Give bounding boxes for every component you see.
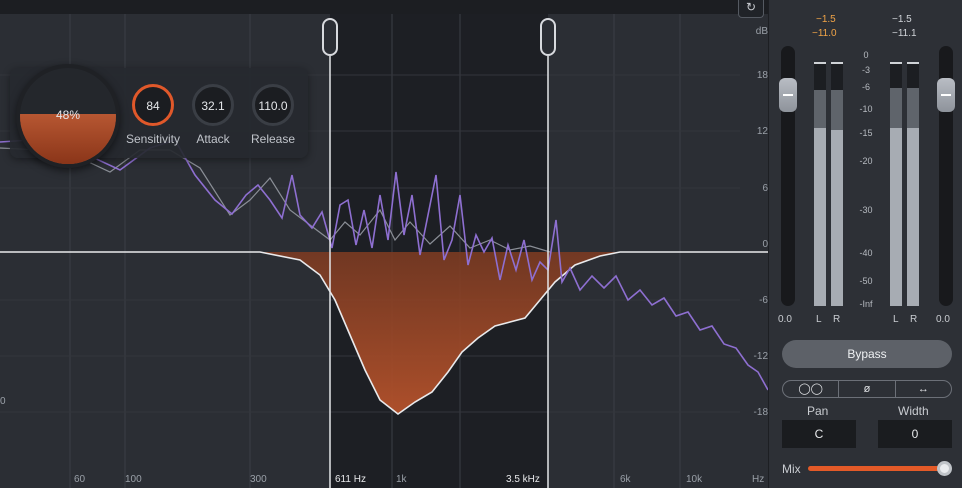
band-high-handle[interactable] <box>540 18 556 56</box>
output-meter-r <box>907 62 919 306</box>
db-label: dB <box>755 26 768 37</box>
release-label: Release <box>250 132 296 146</box>
freq-label: 6k <box>620 474 631 485</box>
output-ch-l: L <box>893 314 899 325</box>
band-high-freq: 3.5 kHz <box>506 474 540 485</box>
db-label: 0 <box>762 239 768 250</box>
input-ch-l: L <box>816 314 822 325</box>
meter-scale-label: -Inf <box>859 299 873 309</box>
output-ch-r: R <box>910 314 918 325</box>
release-knob[interactable]: 110.0 <box>252 84 294 126</box>
pan-label: Pan <box>807 404 829 418</box>
meter-scale-label: 0 <box>863 50 869 60</box>
input-gain-handle[interactable] <box>779 78 797 112</box>
db-label: -12 <box>753 351 768 362</box>
freq-label: 300 <box>250 474 267 485</box>
bypass-button[interactable]: Bypass <box>782 340 952 368</box>
input-peak-l: −1.5 <box>816 14 836 25</box>
left-edge-label: 0 <box>0 396 6 407</box>
stereo-options: ◯◯ ø ↔ <box>782 380 952 398</box>
meter-scale-label: -30 <box>859 205 873 215</box>
input-peak-r: −11.0 <box>812 28 837 39</box>
input-meter-r <box>831 62 843 306</box>
meter-scale-label: -20 <box>859 156 873 166</box>
input-gain-value: 0.0 <box>778 314 792 325</box>
width-field[interactable]: 0 <box>878 420 952 448</box>
db-label: 12 <box>756 126 768 137</box>
mix-label: Mix <box>782 462 801 476</box>
freq-label: 1k <box>396 474 407 485</box>
band-low-handle[interactable] <box>322 18 338 56</box>
freq-label: 60 <box>74 474 86 485</box>
output-peak-r: −11.1 <box>892 28 917 39</box>
meter-scale-label: -10 <box>859 104 873 114</box>
input-meter-l <box>814 62 826 306</box>
freq-label: Hz <box>752 474 765 485</box>
output-peak-l: −1.5 <box>892 14 912 25</box>
freq-label: 100 <box>125 474 142 485</box>
amount-knob[interactable]: 48% <box>16 64 120 168</box>
sensitivity-knob[interactable]: 84 <box>132 84 174 126</box>
input-ch-r: R <box>833 314 841 325</box>
db-label: -18 <box>753 407 768 418</box>
meter-scale-label: -15 <box>859 128 873 138</box>
loop-icon[interactable]: ↻ <box>738 0 764 18</box>
mix-slider[interactable] <box>808 466 946 471</box>
db-label: -6 <box>759 295 768 306</box>
db-label: 18 <box>756 70 768 81</box>
meter-scale-label: -40 <box>859 248 873 258</box>
release-value: 110.0 <box>258 99 288 113</box>
output-meter-l <box>890 62 902 306</box>
spectrum-analyzer[interactable]: ↻ dB 18 12 6 0 -6 -12 -18 0 60 100 300 1… <box>0 0 768 488</box>
swap-channels-icon[interactable]: ↔ <box>896 381 951 397</box>
sensitivity-value: 84 <box>146 99 160 113</box>
attack-value: 32.1 <box>201 99 225 113</box>
band-region <box>330 0 548 488</box>
attack-knob[interactable]: 32.1 <box>192 84 234 126</box>
freq-label: 10k <box>686 474 703 485</box>
plugin-window: ↻ dB 18 12 6 0 -6 -12 -18 0 60 100 300 1… <box>0 0 962 488</box>
pan-field[interactable]: C <box>782 420 856 448</box>
width-label: Width <box>898 404 929 418</box>
top-bar <box>0 0 768 14</box>
meter-scale-label: -3 <box>861 65 870 75</box>
mono-icon[interactable]: ◯◯ <box>783 381 840 397</box>
meter-scale-label: -50 <box>859 276 873 286</box>
band-low-freq: 611 Hz <box>335 474 366 485</box>
amount-value: 48% <box>55 108 81 122</box>
phase-invert-icon[interactable]: ø <box>839 381 896 397</box>
meter-scale-label: -6 <box>861 82 870 92</box>
mix-slider-handle[interactable] <box>937 461 952 476</box>
output-gain-value: 0.0 <box>936 314 950 325</box>
db-label: 6 <box>762 183 768 194</box>
output-gain-handle[interactable] <box>937 78 955 112</box>
